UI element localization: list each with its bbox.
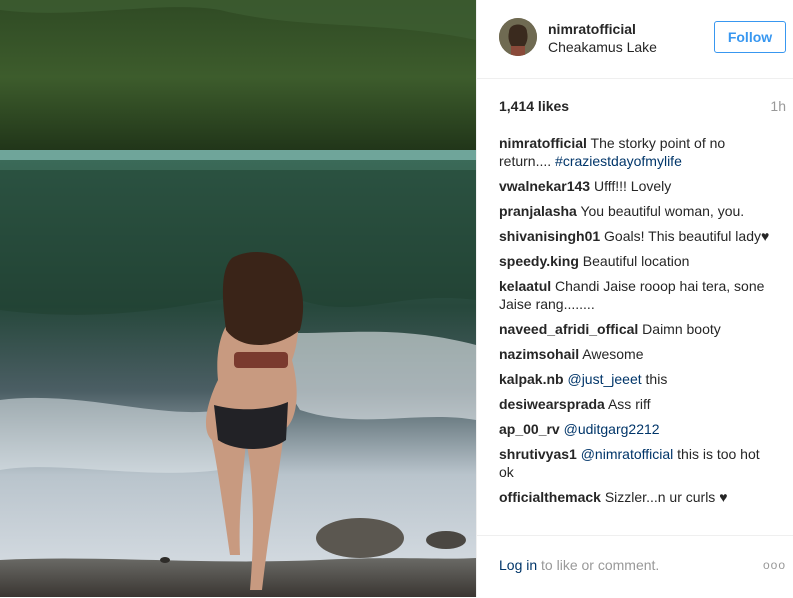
comment: nimratofficial The storky point of no re… (499, 134, 774, 170)
post-photo[interactable] (0, 0, 476, 597)
comment-user[interactable]: vwalnekar143 (499, 178, 590, 194)
comment-text: Sizzler...n ur curls (604, 489, 720, 505)
instagram-post: nimratofficial Cheakamus Lake Follow 1,4… (0, 0, 793, 597)
comment-text: Daimn booty (642, 321, 721, 337)
comment-user[interactable]: shrutivyas1 (499, 446, 577, 462)
comment-user[interactable]: kelaatul (499, 278, 551, 294)
comment: pranjalasha You beautiful woman, you. (499, 202, 774, 220)
heart-icon: ♥ (761, 228, 770, 244)
comment-user[interactable]: kalpak.nb (499, 371, 564, 387)
lake-photo-image (0, 0, 476, 597)
comment-user[interactable]: nimratofficial (499, 135, 587, 151)
mention-link[interactable]: @just_jeeet (567, 371, 641, 387)
comment-user[interactable]: officialthemack (499, 489, 601, 505)
post-footer: Log in to like or comment. ooo (477, 535, 793, 598)
username-link[interactable]: nimratofficial (548, 21, 636, 37)
comment-text: Ass riff (607, 396, 651, 412)
avatar-image (499, 18, 537, 56)
comment-user[interactable]: speedy.king (499, 253, 579, 269)
comment: shivanisingh01 Goals! This beautiful lad… (499, 227, 774, 245)
comment-user[interactable]: ap_00_rv (499, 421, 560, 437)
comments-list: nimratofficial The storky point of no re… (499, 134, 774, 513)
comment: shrutivyas1 @nimratofficial this is too … (499, 445, 774, 481)
comment-text: Awesome (582, 346, 644, 362)
comment-text: Goals! This beautiful lady (604, 228, 761, 244)
avatar[interactable] (499, 18, 537, 56)
post-time[interactable]: 1h (770, 98, 786, 114)
mention-link[interactable]: @uditgarg2212 (564, 421, 660, 437)
comment-user[interactable]: shivanisingh01 (499, 228, 600, 244)
comment-text: this (641, 371, 668, 387)
comment-user[interactable]: desiwearsprada (499, 396, 605, 412)
comment: vwalnekar143 Ufff!!! Lovely (499, 177, 774, 195)
comment: desiwearsprada Ass riff (499, 395, 774, 413)
comment: officialthemack Sizzler...n ur curls ♥ (499, 488, 774, 506)
mention-link[interactable]: @nimratofficial (581, 446, 674, 462)
comment: kalpak.nb @just_jeeet this (499, 370, 774, 388)
comment-text: You beautiful woman, you. (580, 203, 745, 219)
comment-user[interactable]: pranjalasha (499, 203, 577, 219)
post-header: nimratofficial Cheakamus Lake Follow (477, 0, 793, 79)
location-link[interactable]: Cheakamus Lake (548, 39, 657, 55)
comment: kelaatul Chandi Jaise rooop hai tera, so… (499, 277, 774, 313)
login-link[interactable]: Log in (499, 557, 537, 573)
comment: ap_00_rv @uditgarg2212 (499, 420, 774, 438)
comment-text: Beautiful location (582, 253, 690, 269)
follow-button[interactable]: Follow (714, 21, 786, 53)
comment-user[interactable]: nazimsohail (499, 346, 579, 362)
more-options-icon[interactable]: ooo (763, 558, 786, 572)
hashtag-link[interactable]: #craziestdayofmylife (555, 153, 682, 169)
likes-count[interactable]: 1,414 likes (499, 98, 569, 114)
comment-user[interactable]: naveed_afridi_offical (499, 321, 638, 337)
comment-text: Ufff!!! Lovely (593, 178, 672, 194)
login-text: to like or comment. (537, 557, 660, 573)
comment: nazimsohail Awesome (499, 345, 774, 363)
post-side-panel: nimratofficial Cheakamus Lake Follow 1,4… (477, 0, 793, 597)
comment: naveed_afridi_offical Daimn booty (499, 320, 774, 338)
comment: speedy.king Beautiful location (499, 252, 774, 270)
login-prompt: Log in to like or comment. (499, 557, 659, 573)
heart-icon: ♥ (719, 489, 728, 505)
